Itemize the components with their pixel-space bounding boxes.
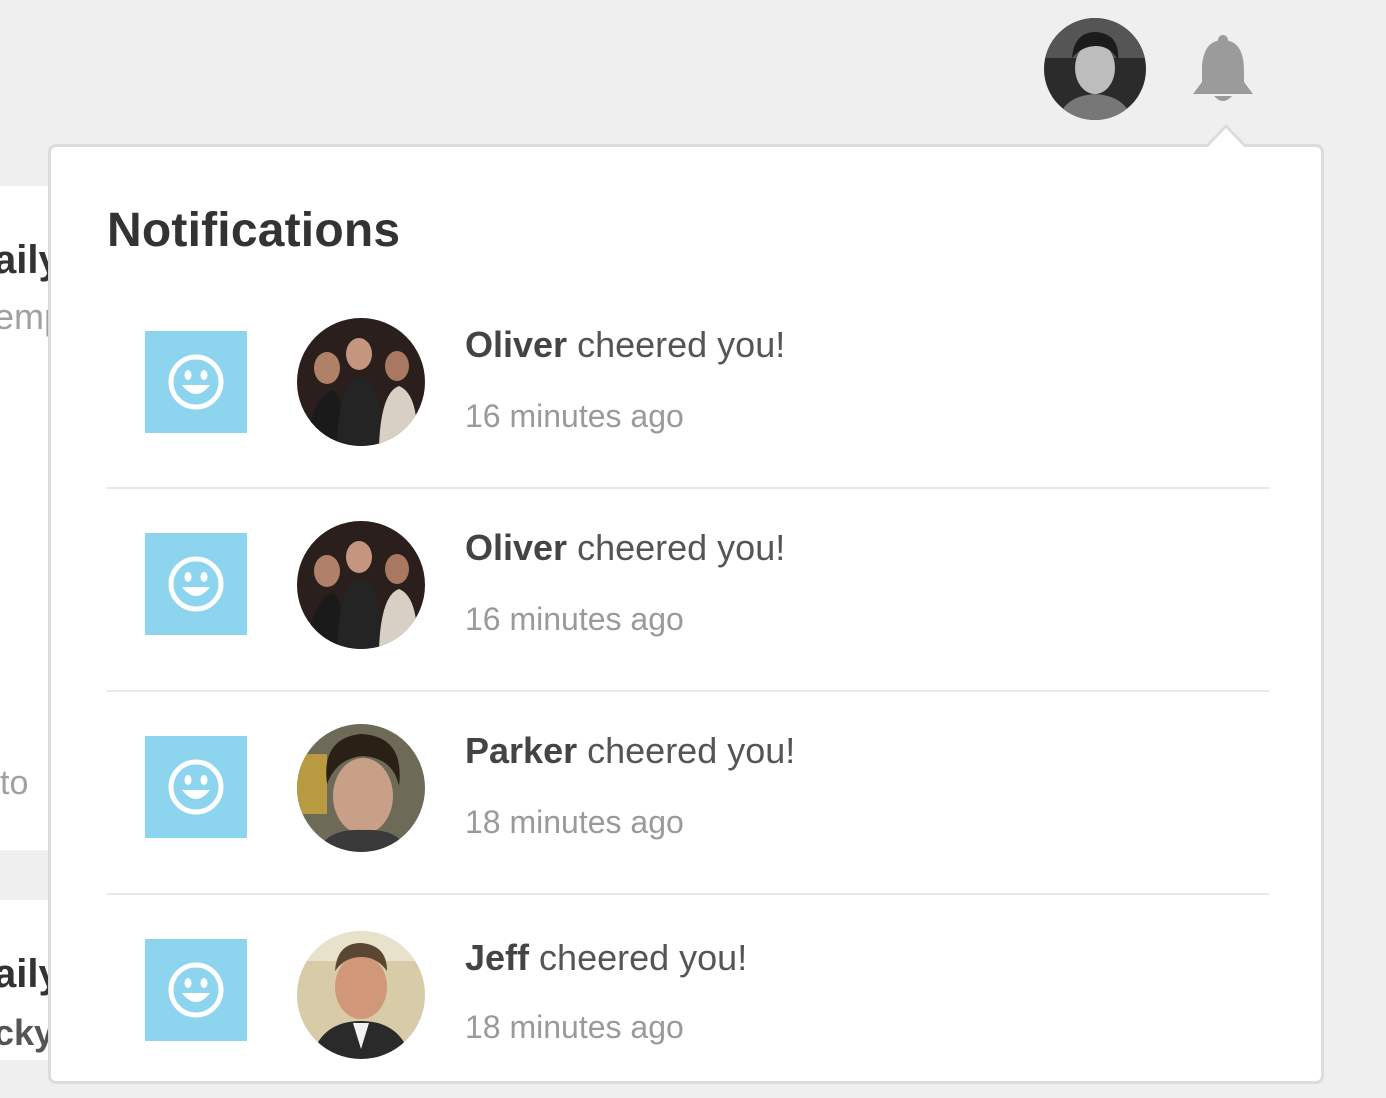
background-card-subtitle: cky: [0, 1012, 48, 1053]
notification-message: Parker cheered you!: [465, 730, 795, 772]
actor-name[interactable]: Jeff: [465, 937, 529, 978]
smiley-icon: [145, 736, 247, 838]
notification-action: cheered you!: [577, 324, 786, 365]
notifications-panel: Notifications Oliver cheered you! 16 min…: [48, 144, 1324, 1084]
smiley-icon: [145, 939, 247, 1041]
background-card-subtitle: emp: [0, 296, 48, 337]
notification-time: 18 minutes ago: [465, 1009, 684, 1045]
actor-avatar[interactable]: [297, 521, 425, 649]
background-card: aily cky: [0, 900, 48, 1060]
actor-name[interactable]: Oliver: [465, 527, 567, 568]
dropdown-caret-fill: [1207, 128, 1245, 148]
notification-item[interactable]: Parker cheered you! 18 minutes ago: [107, 692, 1269, 895]
notification-action: cheered you!: [577, 527, 786, 568]
notification-message: Oliver cheered you!: [465, 324, 785, 366]
notification-time: 16 minutes ago: [465, 398, 684, 434]
bell-icon[interactable]: [1188, 34, 1258, 106]
actor-avatar[interactable]: [297, 931, 425, 1059]
notification-time: 18 minutes ago: [465, 804, 684, 840]
notification-message: Oliver cheered you!: [465, 527, 785, 569]
notification-item[interactable]: Oliver cheered you! 16 minutes ago: [107, 286, 1269, 489]
notification-time: 16 minutes ago: [465, 601, 684, 637]
background-card: aily emp to: [0, 186, 48, 850]
panel-title: Notifications: [107, 204, 401, 257]
notification-item[interactable]: Oliver cheered you! 16 minutes ago: [107, 489, 1269, 692]
notification-action: cheered you!: [539, 937, 748, 978]
actor-name[interactable]: Oliver: [465, 324, 567, 365]
actor-avatar[interactable]: [297, 724, 425, 852]
background-card-title: aily: [0, 952, 48, 996]
notification-message: Jeff cheered you!: [465, 937, 747, 979]
notification-item[interactable]: Jeff cheered you! 18 minutes ago: [107, 895, 1269, 1098]
smiley-icon: [145, 533, 247, 635]
notification-action: cheered you!: [587, 730, 796, 771]
actor-name[interactable]: Parker: [465, 730, 577, 771]
background-card-footer: to: [0, 764, 29, 802]
smiley-icon: [145, 331, 247, 433]
user-avatar[interactable]: [1044, 18, 1146, 120]
background-card-title: aily: [0, 238, 48, 282]
actor-avatar[interactable]: [297, 318, 425, 446]
